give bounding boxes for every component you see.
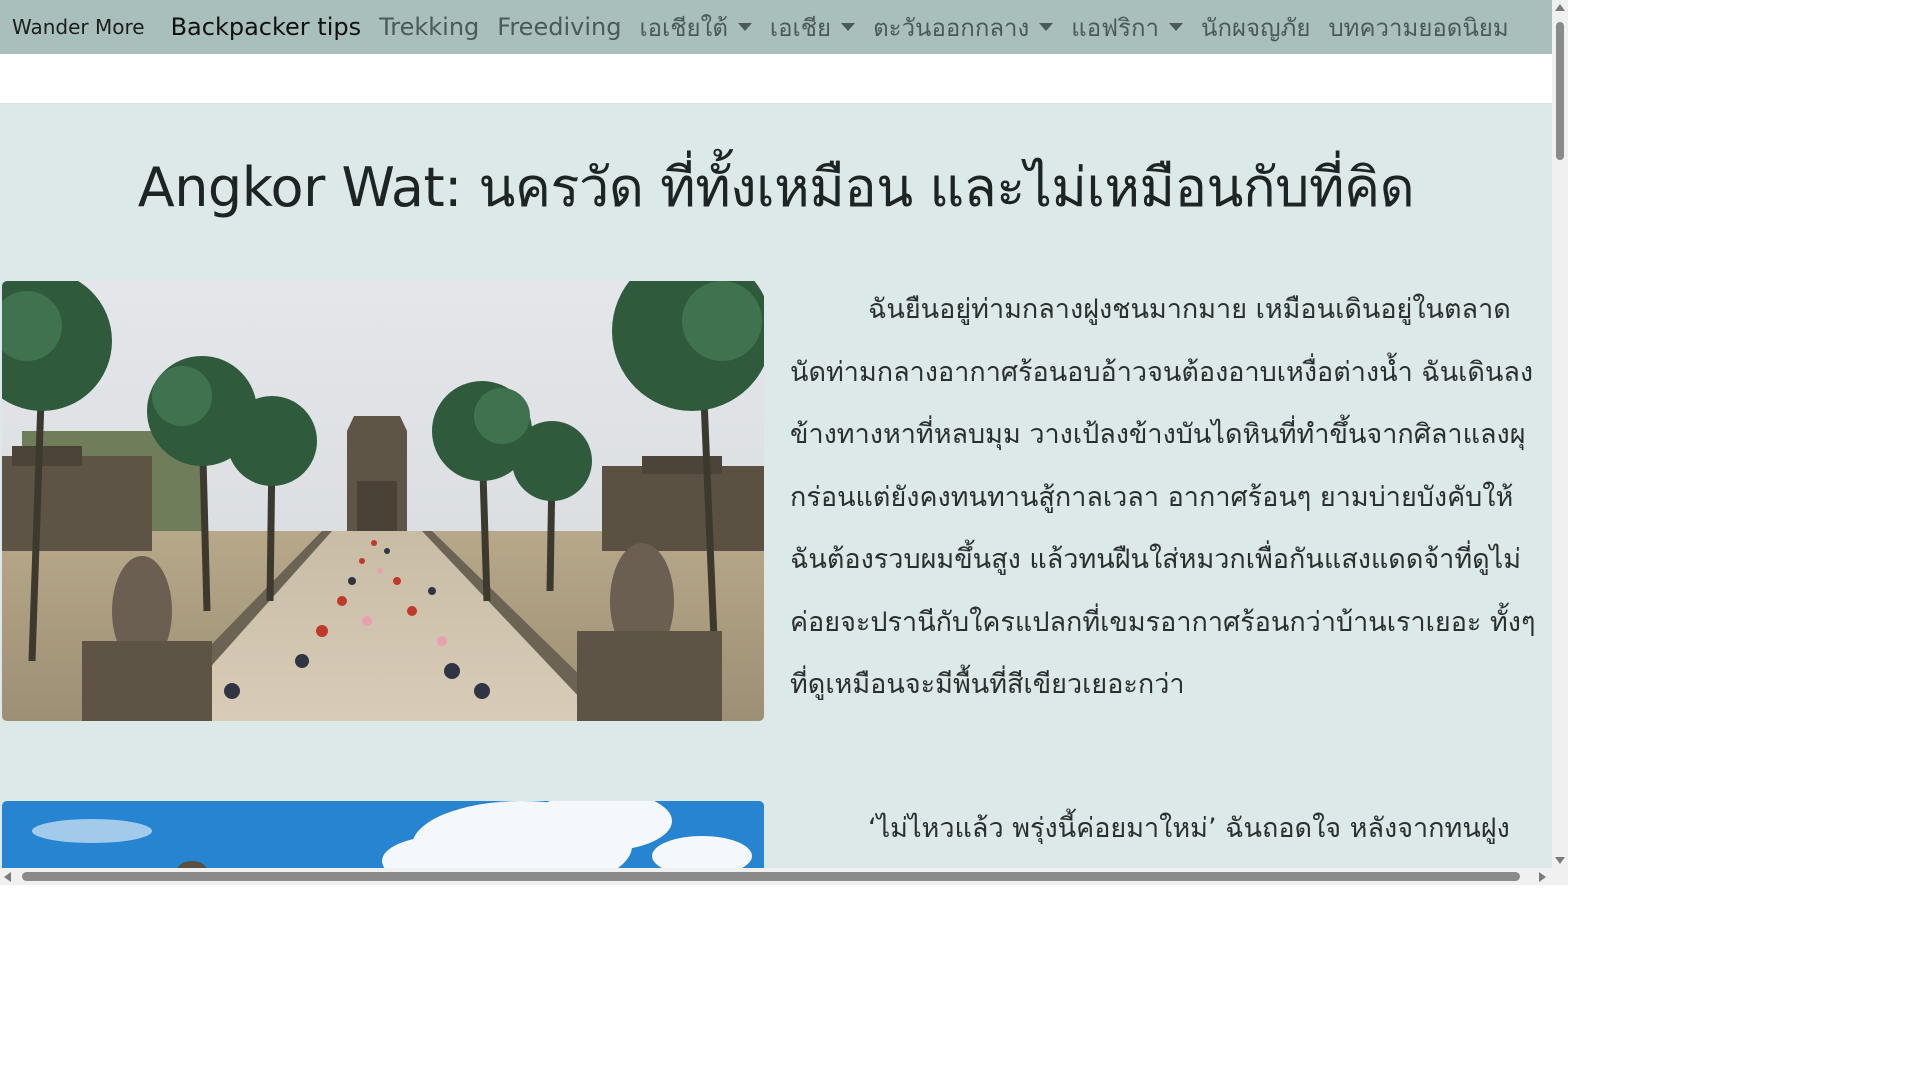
- top-navbar: Wander More Backpacker tips Trekking Fre…: [0, 0, 1552, 54]
- nav-label: Backpacker tips: [170, 13, 362, 41]
- caret-down-icon: [841, 23, 856, 31]
- article-paragraph: ‘ไม่ไหวแล้ว พรุ่งนี้ค่อยมาใหม่’ ฉันถอดใจ…: [868, 813, 1510, 844]
- scroll-up-arrow-icon[interactable]: [1555, 4, 1565, 11]
- nav-south-asia-dropdown[interactable]: เอเชียใต้: [639, 8, 752, 47]
- header-spacer: [0, 54, 1552, 104]
- scroll-right-arrow-icon[interactable]: [1539, 872, 1546, 882]
- brand-logo-text[interactable]: Wander More: [12, 15, 145, 39]
- nav-middle-east-dropdown[interactable]: ตะวันออกกลาง: [873, 8, 1054, 47]
- nav-label: แอฟริกา: [1071, 13, 1160, 42]
- article-title: Angkor Wat: นครวัด ที่ทั้งเหมือน และไม่เ…: [137, 156, 1415, 219]
- nav-trekking[interactable]: Trekking: [379, 13, 479, 41]
- caret-down-icon: [1169, 23, 1184, 31]
- angkor-wat-causeway-photo: [2, 281, 764, 721]
- scrollbar-corner: [1552, 868, 1568, 885]
- browser-viewport: Wander More Backpacker tips Trekking Fre…: [0, 0, 1552, 868]
- sky-clouds-photo: [2, 801, 764, 868]
- nav-africa-dropdown[interactable]: แอฟริกา: [1071, 8, 1184, 47]
- scroll-down-arrow-icon[interactable]: [1555, 857, 1565, 864]
- nav-backpacker-tips[interactable]: Backpacker tips: [171, 13, 362, 41]
- nav-popular-articles[interactable]: บทความยอดนิยม: [1328, 8, 1508, 47]
- nav-label: Freediving: [497, 13, 622, 41]
- nav-label: เอเชียใต้: [639, 13, 728, 42]
- nav-label: ตะวันออกกลาง: [873, 13, 1030, 42]
- horizontal-scroll-thumb[interactable]: [22, 872, 1520, 881]
- nav-label: บทความยอดนิยม: [1328, 13, 1509, 42]
- nav-label: Trekking: [379, 13, 480, 41]
- nav-label: เอเชีย: [769, 13, 832, 42]
- caret-down-icon: [737, 23, 752, 31]
- nav-label: นักผจญภัย: [1201, 13, 1311, 42]
- horizontal-scrollbar[interactable]: [0, 868, 1552, 885]
- article-section: Angkor Wat: นครวัด ที่ทั้งเหมือน และไม่เ…: [0, 104, 1552, 868]
- nav-asia-dropdown[interactable]: เอเชีย: [769, 8, 856, 47]
- article-paragraph: ฉันยืนอยู่ท่ามกลางฝูงชนมากมาย เหมือนเดิน…: [790, 294, 1536, 700]
- nav-freediving[interactable]: Freediving: [497, 13, 621, 41]
- vertical-scrollbar[interactable]: [1552, 0, 1568, 868]
- nav-adventurer[interactable]: นักผจญภัย: [1201, 8, 1310, 47]
- caret-down-icon: [1039, 23, 1054, 31]
- vertical-scroll-thumb[interactable]: [1556, 22, 1564, 160]
- scroll-left-arrow-icon[interactable]: [4, 872, 11, 882]
